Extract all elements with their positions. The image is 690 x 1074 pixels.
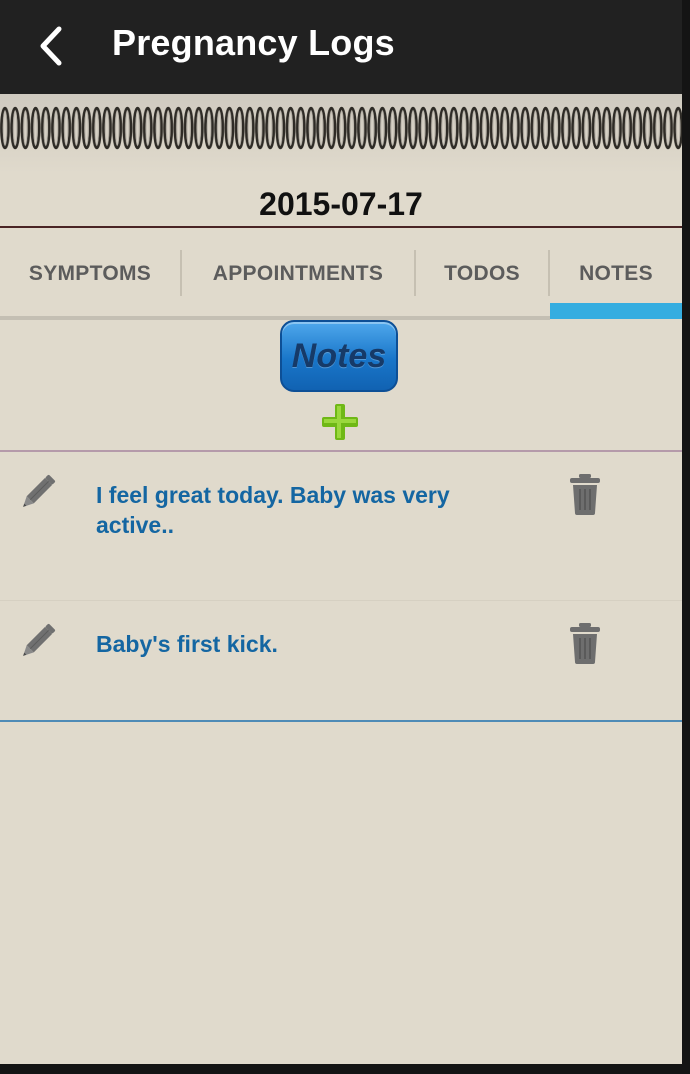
note-row: Baby's first kick. [0, 601, 682, 749]
note-text[interactable]: Baby's first kick. [96, 629, 516, 659]
trash-icon[interactable] [566, 472, 604, 516]
note-text[interactable]: I feel great today. Baby was very active… [96, 480, 516, 540]
tab-selected-indicator [550, 303, 682, 319]
app-bar: Pregnancy Logs [0, 0, 682, 94]
trash-icon[interactable] [566, 621, 604, 665]
app-title: Pregnancy Logs [112, 22, 395, 63]
pencil-icon[interactable] [14, 617, 62, 665]
notes-section-badge: Notes [280, 320, 398, 392]
add-note-button[interactable] [320, 402, 360, 442]
screen: Pregnancy Logs 2015-07-17 SYMPTOMS APPOI… [0, 0, 682, 1064]
notes-section-title: Notes [291, 336, 387, 375]
notes-list-bottom-divider [0, 720, 682, 722]
tab-bar-underline [0, 316, 550, 320]
selected-date: 2015-07-17 [259, 186, 423, 222]
spiral-binding [0, 94, 682, 174]
chevron-left-icon [40, 26, 62, 66]
plus-icon [322, 404, 358, 440]
tab-appointments[interactable]: APPOINTMENTS [182, 228, 414, 320]
note-row: I feel great today. Baby was very active… [0, 452, 682, 600]
screen-edge-bottom [0, 1064, 690, 1074]
tab-symptoms[interactable]: SYMPTOMS [0, 228, 180, 320]
tab-todos[interactable]: TODOS [416, 228, 548, 320]
back-button[interactable] [22, 16, 82, 76]
pencil-icon[interactable] [14, 468, 62, 516]
screen-edge-right [682, 0, 690, 1074]
